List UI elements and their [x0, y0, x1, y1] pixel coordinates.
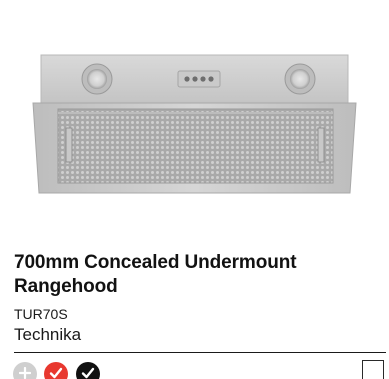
swatch-black[interactable] [76, 362, 100, 379]
product-brand: Technika [14, 325, 82, 344]
check-icon [81, 367, 95, 379]
rangehood-image [32, 54, 357, 194]
product-title[interactable]: 700mm Concealed Undermount Rangehood [14, 251, 374, 299]
swatch-add-option[interactable] [13, 362, 37, 379]
product-card[interactable]: 700mm Concealed Undermount Rangehood TUR… [0, 0, 389, 379]
product-image[interactable] [0, 0, 389, 240]
product-model: TUR70S [14, 306, 68, 322]
compare-checkbox[interactable] [362, 360, 384, 379]
divider [14, 352, 386, 353]
plus-icon [19, 367, 31, 379]
swatch-red[interactable] [44, 362, 68, 379]
check-icon [49, 367, 63, 379]
